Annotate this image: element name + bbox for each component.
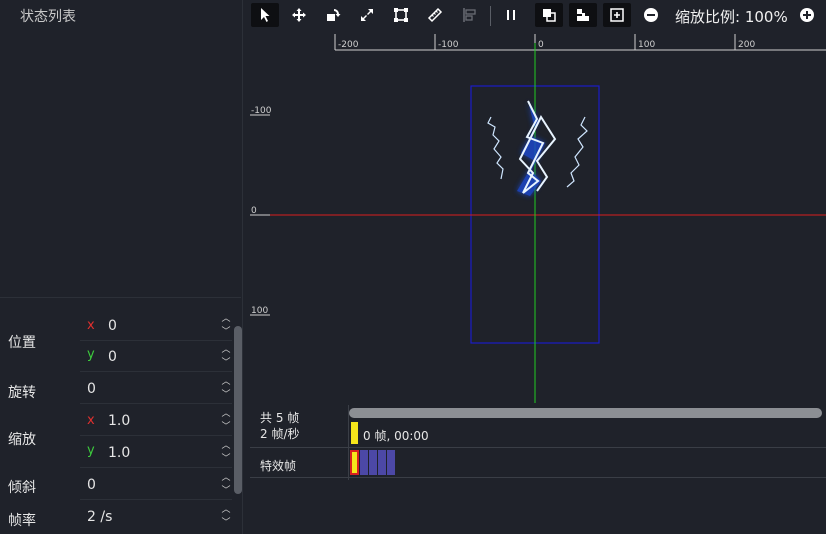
ruler-icon[interactable] (421, 3, 449, 27)
scale-x-stepper[interactable]: ︿ ﹀ (220, 408, 232, 434)
zoom-out-icon[interactable] (637, 3, 665, 27)
scale-x-field[interactable]: 1.0 ︿ ﹀ (80, 405, 232, 436)
layer-name[interactable]: 特效帧 (260, 457, 296, 474)
add-frame-icon[interactable] (603, 3, 631, 27)
state-list-panel[interactable]: 状态列表 (0, 0, 241, 298)
zoom-value: 100% (744, 8, 788, 26)
bounding-box-icon[interactable] (387, 3, 415, 27)
toolbar: 缩放比例: 100% (245, 0, 826, 31)
chevron-up-icon[interactable]: ︿ (220, 376, 232, 389)
scale-x-value[interactable]: 1.0 (108, 413, 130, 429)
state-list-title: 状态列表 (20, 9, 76, 25)
framerate-label: 帧率 (8, 513, 36, 529)
toolbar-separator (490, 6, 491, 26)
chevron-down-icon[interactable]: ﹀ (220, 453, 232, 466)
lightning-branch-right (566, 116, 588, 188)
chevron-up-icon[interactable]: ︿ (220, 313, 232, 326)
chevron-up-icon[interactable]: ︿ (220, 408, 232, 421)
chevron-up-icon[interactable]: ︿ (220, 504, 232, 517)
timeline-frame[interactable] (369, 450, 377, 475)
zoom-label: 缩放比例: (675, 8, 741, 26)
pause-icon[interactable] (497, 3, 525, 27)
timeline-info: 共 5 帧 2 帧/秒 (260, 410, 300, 442)
row-divider (250, 477, 826, 478)
properties-panel: 位置 x 0 ︿ ﹀ y 0 ︿ ﹀ 旋转 0 ︿ ﹀ 缩放 x 1.0 ︿ ﹀ y 1… (0, 300, 241, 534)
select-pointer-icon[interactable] (251, 3, 279, 27)
position-y-value[interactable]: 0 (108, 349, 117, 365)
timeline-frame[interactable] (350, 450, 359, 475)
skew-value[interactable]: 0 (87, 477, 96, 493)
framerate-value[interactable]: 2 /s (87, 509, 112, 525)
frames-per-second: 2 帧/秒 (260, 427, 300, 441)
frame-track[interactable] (350, 450, 396, 475)
total-frames: 共 5 帧 (260, 411, 300, 425)
chevron-down-icon[interactable]: ﹀ (220, 485, 232, 498)
ruler-x-label: 100 (638, 40, 655, 50)
move-icon[interactable] (285, 3, 313, 27)
left-panel: 状态列表 位置 x 0 ︿ ﹀ y 0 ︿ ﹀ 旋转 0 ︿ ﹀ 缩放 x 1.0 ︿… (0, 0, 243, 534)
timeline-frame[interactable] (360, 450, 368, 475)
chevron-up-icon[interactable]: ︿ (220, 344, 232, 357)
layer-order-icon[interactable] (535, 3, 563, 27)
skew-stepper[interactable]: ︿ ﹀ (220, 472, 232, 498)
timeline-divider (348, 405, 349, 480)
framerate-stepper[interactable]: ︿ ﹀ (220, 504, 232, 530)
rotate-icon[interactable] (319, 3, 347, 27)
scale-y-field[interactable]: 1.0 ︿ ﹀ (80, 437, 232, 468)
timeline-frame[interactable] (378, 450, 386, 475)
playhead[interactable] (351, 422, 358, 444)
position-y-stepper[interactable]: ︿ ﹀ (220, 344, 232, 370)
current-frame-time: 0 帧, 00:00 (363, 429, 429, 443)
ruler-x-label: 0 (538, 40, 544, 50)
scale-y-value[interactable]: 1.0 (108, 445, 130, 461)
align-icon[interactable] (455, 3, 483, 27)
framerate-field[interactable]: 2 /s ︿ ﹀ (80, 501, 232, 532)
position-x-field[interactable]: 0 ︿ ﹀ (80, 310, 232, 341)
chevron-down-icon[interactable]: ﹀ (220, 517, 232, 530)
skew-label: 倾斜 (8, 480, 36, 496)
stage-canvas[interactable]: -200 -100 0 100 200 -100 0 100 (245, 31, 826, 403)
zoom-display: 缩放比例: 100% (675, 6, 788, 27)
ruler-x-label: -200 (338, 40, 359, 50)
chevron-down-icon[interactable]: ﹀ (220, 357, 232, 370)
position-x-stepper[interactable]: ︿ ﹀ (220, 313, 232, 339)
properties-scrollbar[interactable] (234, 326, 242, 494)
zoom-in-icon[interactable] (793, 3, 821, 27)
lightning-branch-left (487, 116, 504, 180)
chevron-up-icon[interactable]: ︿ (220, 472, 232, 485)
scale-label: 缩放 (8, 432, 36, 448)
ruler-x-label: -100 (438, 40, 459, 50)
scale-y-stepper[interactable]: ︿ ﹀ (220, 440, 232, 466)
scale-icon[interactable] (353, 3, 381, 27)
chevron-up-icon[interactable]: ︿ (220, 440, 232, 453)
position-x-value[interactable]: 0 (108, 318, 117, 334)
ruler-x-label: 200 (738, 40, 755, 50)
chevron-down-icon[interactable]: ﹀ (220, 421, 232, 434)
timeline-panel: 共 5 帧 2 帧/秒 0 帧, 00:00 特效帧 (245, 403, 826, 534)
row-divider (250, 447, 826, 448)
anchor-icon[interactable] (569, 3, 597, 27)
rotation-stepper[interactable]: ︿ ﹀ (220, 376, 232, 402)
chevron-down-icon[interactable]: ﹀ (220, 389, 232, 402)
rotation-value[interactable]: 0 (87, 381, 96, 397)
stage-svg[interactable]: -200 -100 0 100 200 -100 0 100 (245, 31, 826, 403)
position-label: 位置 (8, 335, 36, 351)
rotation-label: 旋转 (8, 385, 36, 401)
chevron-down-icon[interactable]: ﹀ (220, 326, 232, 339)
position-y-field[interactable]: 0 ︿ ﹀ (80, 341, 232, 372)
lightning-sprite[interactable] (487, 100, 588, 196)
rotation-field[interactable]: 0 ︿ ﹀ (80, 373, 232, 404)
skew-field[interactable]: 0 ︿ ﹀ (80, 469, 232, 500)
timeline-frame[interactable] (387, 450, 395, 475)
timeline-scrollbar[interactable] (349, 408, 822, 418)
